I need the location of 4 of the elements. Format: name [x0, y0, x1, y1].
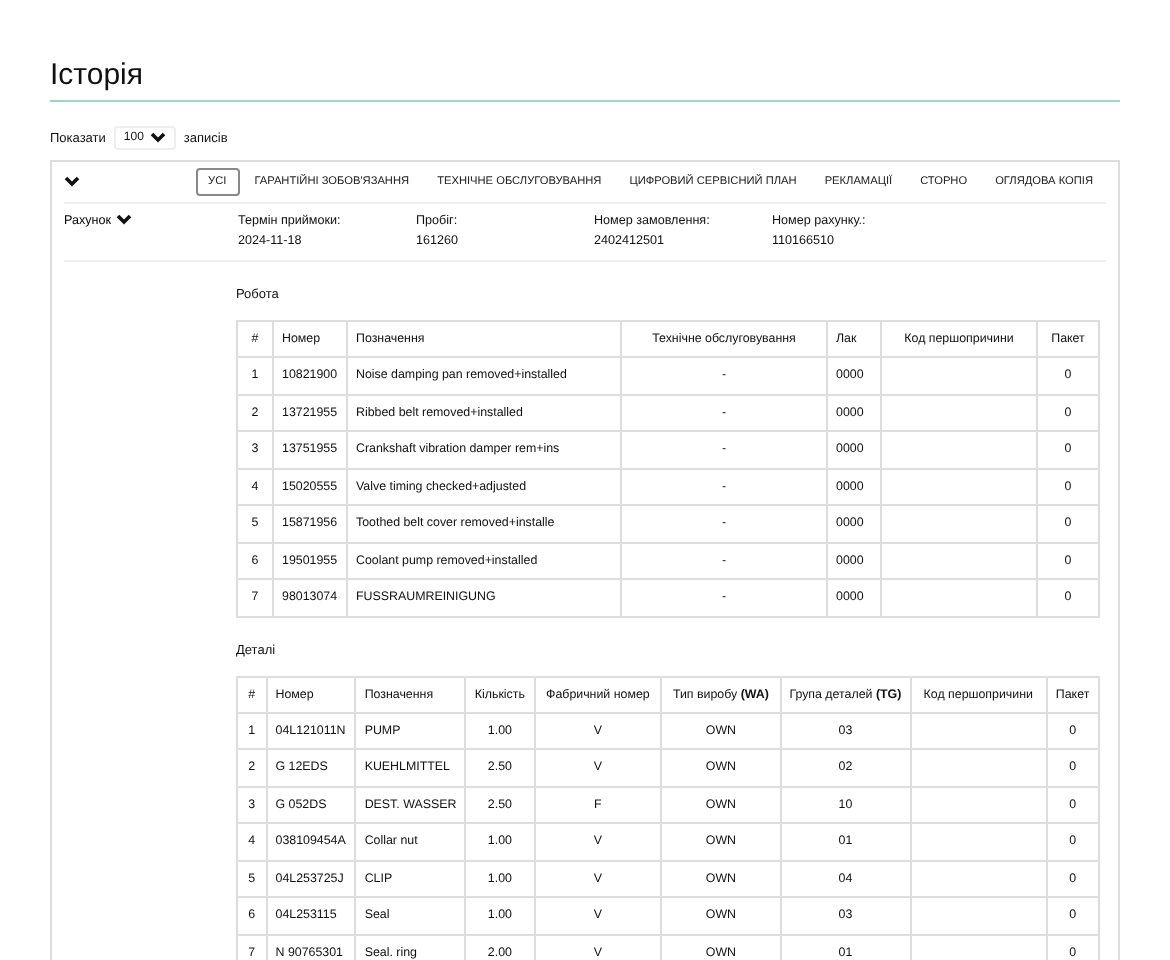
chevron-icon: [64, 176, 80, 188]
chevron-icon: [115, 214, 132, 226]
page-title: Історія: [50, 56, 146, 96]
caret-icon: [149, 132, 166, 144]
